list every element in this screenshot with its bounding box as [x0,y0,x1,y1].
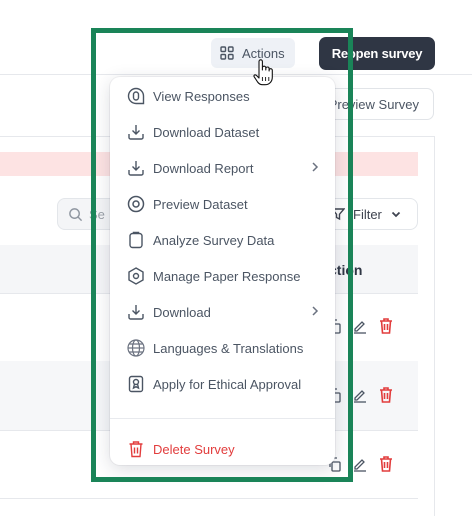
edit-icon[interactable] [352,387,368,403]
edit-icon[interactable] [352,318,368,334]
chevron-down-icon [391,211,401,218]
trash-icon[interactable] [378,386,394,404]
filter-label: Filter [353,206,382,222]
trash-icon[interactable] [378,455,394,473]
trash-icon[interactable] [378,317,394,335]
panel-edge [434,136,435,516]
highlight-frame [91,28,353,482]
search-icon [69,207,83,221]
table-row-divider [0,498,418,499]
edit-icon[interactable] [352,456,368,472]
